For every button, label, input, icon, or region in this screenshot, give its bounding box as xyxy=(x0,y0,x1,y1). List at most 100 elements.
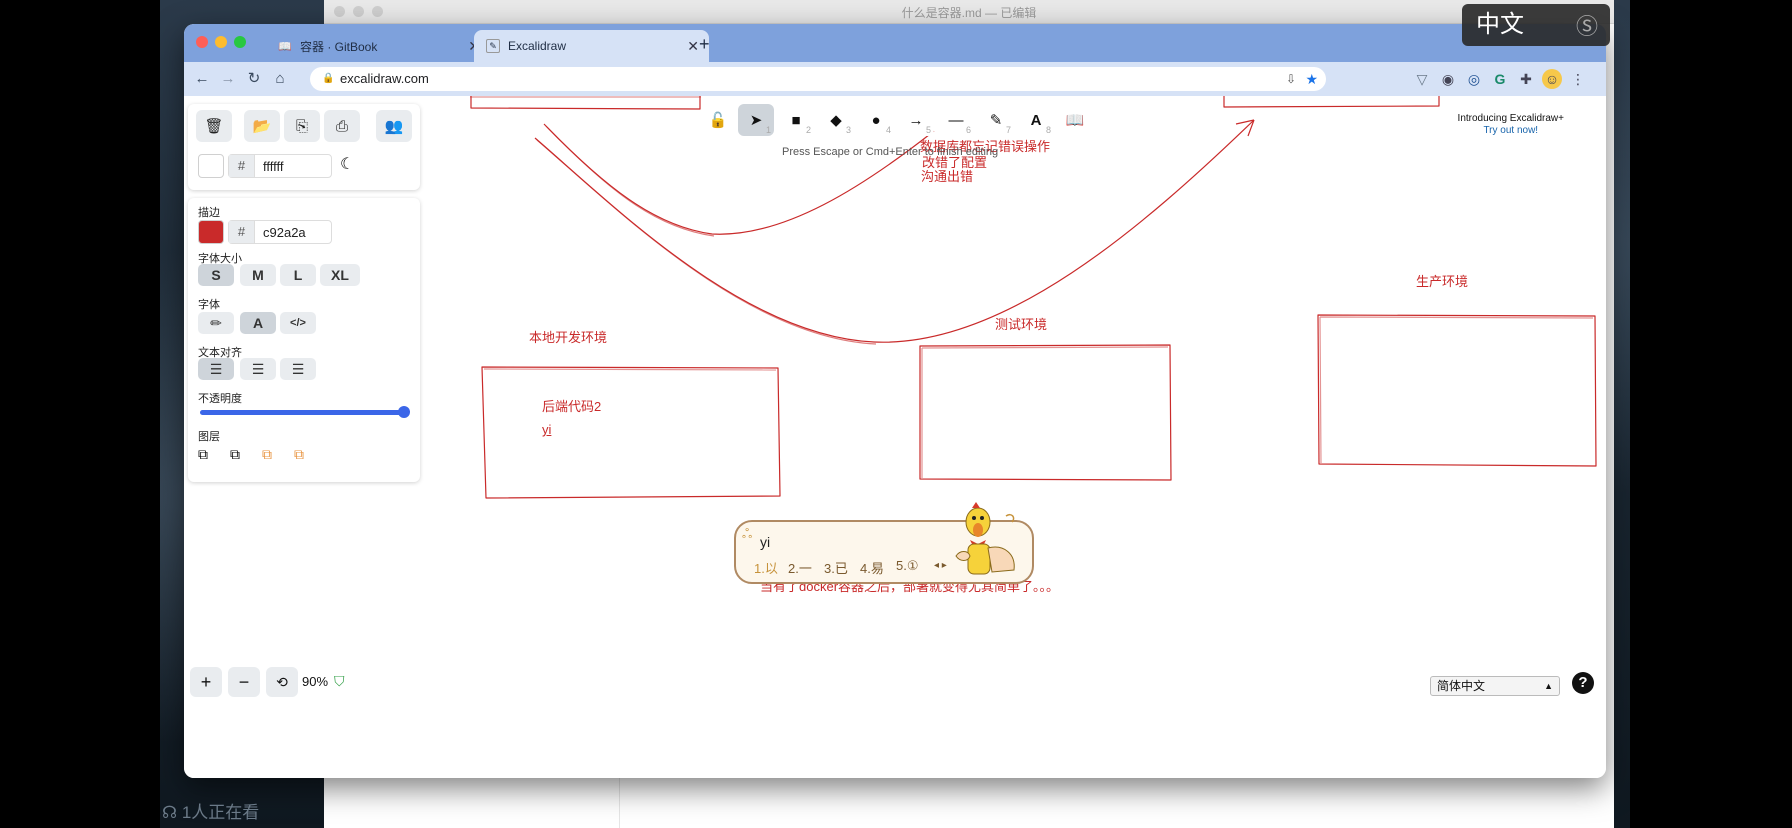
canvas-bg-hex-input[interactable]: # ffffff xyxy=(228,154,332,178)
bring-to-front-icon[interactable]: ⧉ xyxy=(294,446,316,468)
partial-rectangle-left[interactable] xyxy=(470,96,701,110)
rectangle-prod-env[interactable] xyxy=(1317,314,1597,467)
zoom-out-button[interactable]: − xyxy=(228,667,260,697)
canvas-bg-swatch[interactable] xyxy=(198,154,224,178)
tool-ellipse[interactable]: ● 4 xyxy=(858,104,894,136)
tool-draw[interactable]: ✎ 7 xyxy=(978,104,1014,136)
extension-compass-icon[interactable]: ◎ xyxy=(1464,69,1484,89)
open-button[interactable]: 📂 xyxy=(244,110,280,142)
tab-gitbook[interactable]: 📖 容器 · GitBook ✕ xyxy=(268,30,490,62)
ime-candidate-4[interactable]: 4.易 xyxy=(860,558,884,577)
bookmark-star-icon[interactable]: ★ xyxy=(1305,67,1318,91)
extension-g-icon[interactable]: G xyxy=(1490,69,1510,89)
tool-text[interactable]: A8 xyxy=(1018,104,1054,136)
rectangle-local-env[interactable] xyxy=(481,366,781,499)
canvas-text-partial-3[interactable]: 沟通出错 xyxy=(921,166,973,185)
tool-selection[interactable]: ➤ 1 xyxy=(738,104,774,136)
zoom-window-button[interactable] xyxy=(234,36,246,48)
back-icon[interactable]: ← xyxy=(192,69,212,89)
font-code[interactable]: </> xyxy=(280,312,316,334)
editing-text-field[interactable]: yi xyxy=(542,422,551,437)
font-family-label: 字体 xyxy=(198,299,220,311)
extensions-puzzle-icon[interactable]: ✚ xyxy=(1516,69,1536,89)
align-center-icon: ☰ xyxy=(251,361,265,377)
label-test-env[interactable]: 测试环境 xyxy=(995,314,1047,333)
home-icon[interactable]: ⌂ xyxy=(270,69,290,89)
export-image-button[interactable]: ⎙ xyxy=(324,110,360,142)
vue-devtools-icon[interactable]: ▽ xyxy=(1412,69,1432,89)
new-tab-button[interactable]: + xyxy=(699,34,710,55)
live-collaboration-button[interactable]: 👥 xyxy=(376,110,412,142)
stroke-color-swatch[interactable] xyxy=(198,220,224,244)
ime-candidate-5[interactable]: 5.① xyxy=(896,558,919,574)
typora-titlebar: 什么是容器.md — 已编辑 xyxy=(324,0,1614,24)
tool-line[interactable]: —6 xyxy=(938,104,974,136)
tool-diamond[interactable]: ◆ 3 xyxy=(818,104,854,136)
rectangle-test-env[interactable] xyxy=(919,344,1172,481)
excalidraw-app: 数据库都忘记错误操作 改错了配置 沟通出错 本地开发环境 测试环境 生产环境 后… xyxy=(184,96,1606,778)
send-to-back-icon[interactable]: ⧉ xyxy=(198,446,220,468)
label-local-env[interactable]: 本地开发环境 xyxy=(529,327,607,346)
ime-candidate-1[interactable]: 1.以 xyxy=(754,558,778,577)
extension-eye-icon[interactable]: ◉ xyxy=(1438,69,1458,89)
partial-rectangle-right[interactable] xyxy=(1223,96,1440,108)
tool-rectangle[interactable]: ■ 2 xyxy=(778,104,814,136)
align-left[interactable]: ☰ xyxy=(198,358,234,380)
align-center[interactable]: ☰ xyxy=(240,358,276,380)
font-size-m[interactable]: M xyxy=(240,264,276,286)
arrow-sketch-line xyxy=(536,139,877,345)
address-bar[interactable]: 🔒 excalidraw.com ⇩ ★ xyxy=(310,67,1326,91)
zoom-in-button[interactable]: + xyxy=(190,667,222,697)
moon-icon[interactable]: ☾ xyxy=(340,154,354,174)
font-normal[interactable]: A xyxy=(240,312,276,334)
promo-link[interactable]: Try out now! xyxy=(1458,125,1564,137)
library-icon[interactable]: 📖 xyxy=(1060,104,1090,136)
url-text: excalidraw.com xyxy=(340,71,429,86)
pointer-icon: ➤ xyxy=(749,112,763,129)
ime-candidate-3[interactable]: 3.已 xyxy=(824,558,848,577)
opacity-slider[interactable] xyxy=(200,410,406,415)
stroke-hex-input[interactable]: # c92a2a xyxy=(228,220,332,244)
install-app-icon[interactable]: ⇩ xyxy=(1286,67,1296,91)
help-button[interactable]: ? xyxy=(1572,672,1594,694)
font-size-l[interactable]: L xyxy=(280,264,316,286)
tab-strip: 📖 容器 · GitBook ✕ ✎ Excalidraw ✕ + xyxy=(184,24,1606,62)
rect-sketch-line xyxy=(1319,316,1594,464)
ime-page-arrows-icon[interactable]: ◂ ▸ xyxy=(934,560,947,571)
diamond-icon: ◆ xyxy=(830,112,842,129)
tab-excalidraw[interactable]: ✎ Excalidraw ✕ xyxy=(474,30,709,62)
align-right[interactable]: ☰ xyxy=(280,358,316,380)
shield-check-icon[interactable]: ⛉ xyxy=(334,673,345,690)
plus-icon: + xyxy=(200,671,212,692)
font-size-xl[interactable]: XL xyxy=(320,264,360,286)
language-select[interactable]: 简体中文 ▲ xyxy=(1430,676,1560,696)
document-title: 什么是容器.md xyxy=(901,6,982,20)
browser-toolbar: ← → ↻ ⌂ 🔒 excalidraw.com ⇩ ★ ▽ ◉ ◎ G ✚ ☺… xyxy=(184,62,1606,96)
menu-kebab-icon[interactable]: ⋮ xyxy=(1568,69,1588,89)
shapes-toolbar: 🔓 ➤ 1 ■ 2 ◆ 3 ● 4 → 5 —6 ✎ 7 A8 📖 xyxy=(704,100,1092,140)
line-icon: — xyxy=(948,111,964,129)
clear-canvas-button[interactable]: 🗑 xyxy=(196,110,232,142)
reload-icon[interactable]: ↻ xyxy=(244,69,264,89)
font-hand-drawn[interactable]: ✏ xyxy=(198,312,234,334)
profile-avatar[interactable]: ☺ xyxy=(1542,69,1562,89)
forward-icon[interactable]: → xyxy=(218,69,238,89)
reset-zoom-button[interactable]: ⟲ xyxy=(266,667,298,697)
opacity-slider-thumb[interactable] xyxy=(398,406,410,418)
tool-arrow[interactable]: → 5 xyxy=(898,104,934,136)
caret-up-icon: ▲ xyxy=(1544,681,1553,691)
save-button[interactable]: ⎘ xyxy=(284,110,320,142)
label-prod-env[interactable]: 生产环境 xyxy=(1416,271,1468,290)
bring-forward-icon[interactable]: ⧉ xyxy=(262,446,284,468)
send-backward-icon[interactable]: ⧉ xyxy=(230,446,252,468)
ime-candidate-2[interactable]: 2.一 xyxy=(788,558,812,577)
unlock-icon[interactable]: 🔓 xyxy=(704,104,732,136)
minimize-window-button[interactable] xyxy=(215,36,227,48)
close-icon[interactable]: ✕ xyxy=(687,38,699,55)
code-icon: </> xyxy=(290,317,306,329)
close-window-button[interactable] xyxy=(196,36,208,48)
layers-label: 图层 xyxy=(198,431,220,443)
font-size-s[interactable]: S xyxy=(198,264,234,286)
folder-open-icon: 📂 xyxy=(252,118,272,135)
label-backend-code[interactable]: 后端代码2 xyxy=(542,396,601,415)
